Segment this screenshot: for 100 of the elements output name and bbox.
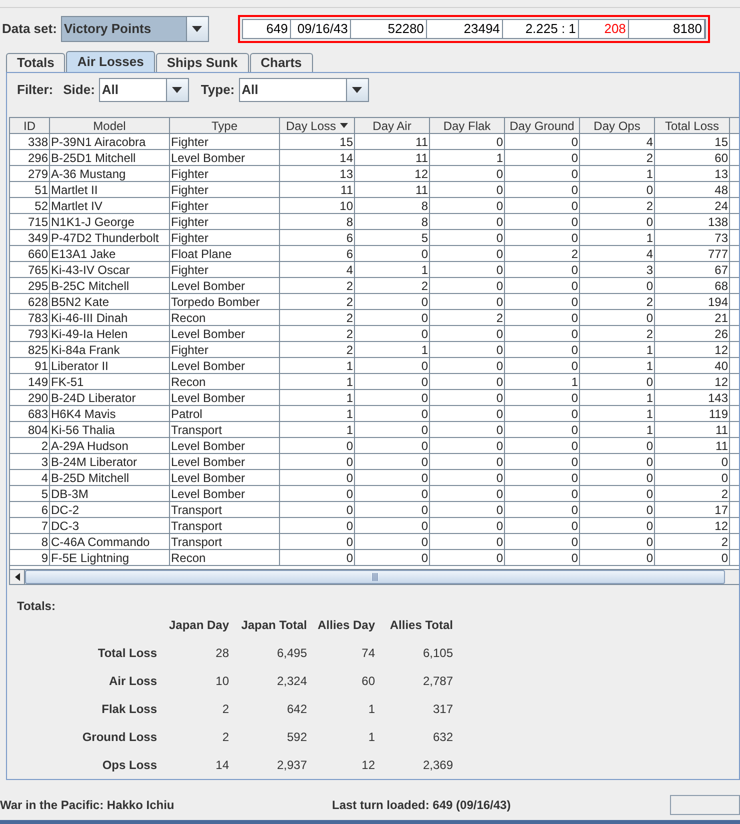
totals-value: 1 [367, 729, 375, 745]
data-set-label: Data set: [2, 20, 57, 38]
table-cell: 0 [430, 214, 505, 229]
column-header[interactable]: ID [10, 118, 50, 133]
table-cell: 11 [655, 422, 730, 437]
table-cell: P-47D2 Thunderbolt [50, 230, 170, 245]
column-header[interactable]: Day Loss [280, 118, 355, 133]
table-cell: 8 [10, 534, 50, 549]
table-cell: 0 [430, 406, 505, 421]
table-cell: 0 [430, 454, 505, 469]
table-cell: 0 [280, 550, 355, 565]
table-cell: 24 [655, 198, 730, 213]
column-header[interactable]: Type [170, 118, 280, 133]
table-cell: 0 [280, 438, 355, 453]
totals-value: 60 [360, 673, 375, 689]
totals-row-label: Ops Loss [101, 757, 157, 773]
table-cell: 0 [580, 438, 655, 453]
summary-cell: 8180 [628, 20, 705, 38]
table-cell: Ki-84a Frank [50, 342, 170, 357]
table-cell: Level Bomber [170, 470, 280, 485]
scrollbar-thumb[interactable] [25, 570, 725, 584]
table-cell: FK-51 [50, 374, 170, 389]
table-cell: 0 [505, 294, 580, 309]
table-cell: F-5E Lightning [50, 550, 170, 565]
table-cell: 143 [655, 390, 730, 405]
column-header[interactable]: Total Loss [655, 118, 730, 133]
table-cell: Fighter [170, 262, 280, 277]
table-cell: 0 [430, 358, 505, 373]
table-cell: 2 [280, 342, 355, 357]
table-cell: 2 [580, 198, 655, 213]
table-cell: 26 [655, 326, 730, 341]
totals-value: 592 [286, 729, 307, 745]
table-cell: 5 [355, 230, 430, 245]
table-cell: Fighter [170, 182, 280, 197]
totals-value: 2,369 [422, 757, 453, 773]
table-cell: 0 [355, 358, 430, 373]
table-cell: 0 [505, 278, 580, 293]
table-cell: 0 [430, 342, 505, 357]
filter-dropdown[interactable]: All [98, 78, 189, 102]
column-header[interactable]: Model [50, 118, 170, 133]
tab[interactable]: Charts [250, 53, 313, 72]
totals-value: 74 [360, 645, 375, 661]
table-cell: 0 [430, 294, 505, 309]
column-header[interactable]: Day Air [355, 118, 430, 133]
column-header[interactable]: Day Flak [430, 118, 505, 133]
table-cell: 12 [655, 374, 730, 389]
table-cell: 715 [10, 214, 50, 229]
totals-value: 632 [432, 729, 453, 745]
table-cell: 68 [655, 278, 730, 293]
table-cell: 0 [580, 214, 655, 229]
table-cell: 8 [280, 214, 355, 229]
table-cell: Transport [170, 534, 280, 549]
table-cell: 0 [430, 262, 505, 277]
table-cell: 2 [280, 310, 355, 325]
table-cell: B-24M Liberator [50, 454, 170, 469]
tab[interactable]: Totals [6, 53, 66, 72]
table-cell: 2 [280, 294, 355, 309]
table-cell: 0 [505, 534, 580, 549]
table-cell: 12 [655, 342, 730, 357]
table-cell: E13A1 Jake [50, 246, 170, 261]
table-cell: C-46A Commando [50, 534, 170, 549]
table-cell: B-25C Mitchell [50, 278, 170, 293]
table-cell: 2 [580, 294, 655, 309]
table-cell: 0 [505, 166, 580, 181]
table-cell: 15 [280, 134, 355, 149]
table-cell: 4 [10, 470, 50, 485]
table-cell: 3 [10, 454, 50, 469]
totals-title: Totals: [17, 598, 56, 615]
table-cell: 0 [580, 182, 655, 197]
column-header[interactable]: Day Ground [505, 118, 580, 133]
tab[interactable]: Ships Sunk [156, 53, 249, 72]
totals-value: 14 [214, 757, 229, 773]
table-cell: 0 [355, 390, 430, 405]
table-cell: 52 [10, 198, 50, 213]
table-cell: 6 [280, 230, 355, 245]
tab[interactable]: Air Losses [66, 51, 155, 72]
table-cell: 0 [505, 198, 580, 213]
column-header[interactable]: Day Ops [580, 118, 655, 133]
summary-cell: 09/16/43 [290, 20, 351, 38]
table-cell: 0 [505, 486, 580, 501]
filter-dropdown[interactable]: All [238, 78, 369, 102]
table-cell: Recon [170, 310, 280, 325]
table-cell: 4 [580, 134, 655, 149]
table-cell: 0 [430, 134, 505, 149]
table-cell: 804 [10, 422, 50, 437]
table-cell: A-36 Mustang [50, 166, 170, 181]
table-cell: Martlet II [50, 182, 170, 197]
data-set-dropdown[interactable]: Victory Points [60, 16, 209, 42]
table-cell: DC-3 [50, 518, 170, 533]
table-cell: 0 [580, 550, 655, 565]
filter-label: Filter: [17, 81, 54, 100]
table-cell: 0 [655, 550, 730, 565]
table-cell: 296 [10, 150, 50, 165]
table-cell: 0 [505, 454, 580, 469]
totals-column-header: Allies Day [316, 617, 375, 633]
totals-column-header: Allies Total [388, 617, 453, 633]
table-cell: 0 [430, 438, 505, 453]
table-cell: 0 [505, 358, 580, 373]
table-cell: 0 [505, 550, 580, 565]
table-cell: 0 [280, 470, 355, 485]
